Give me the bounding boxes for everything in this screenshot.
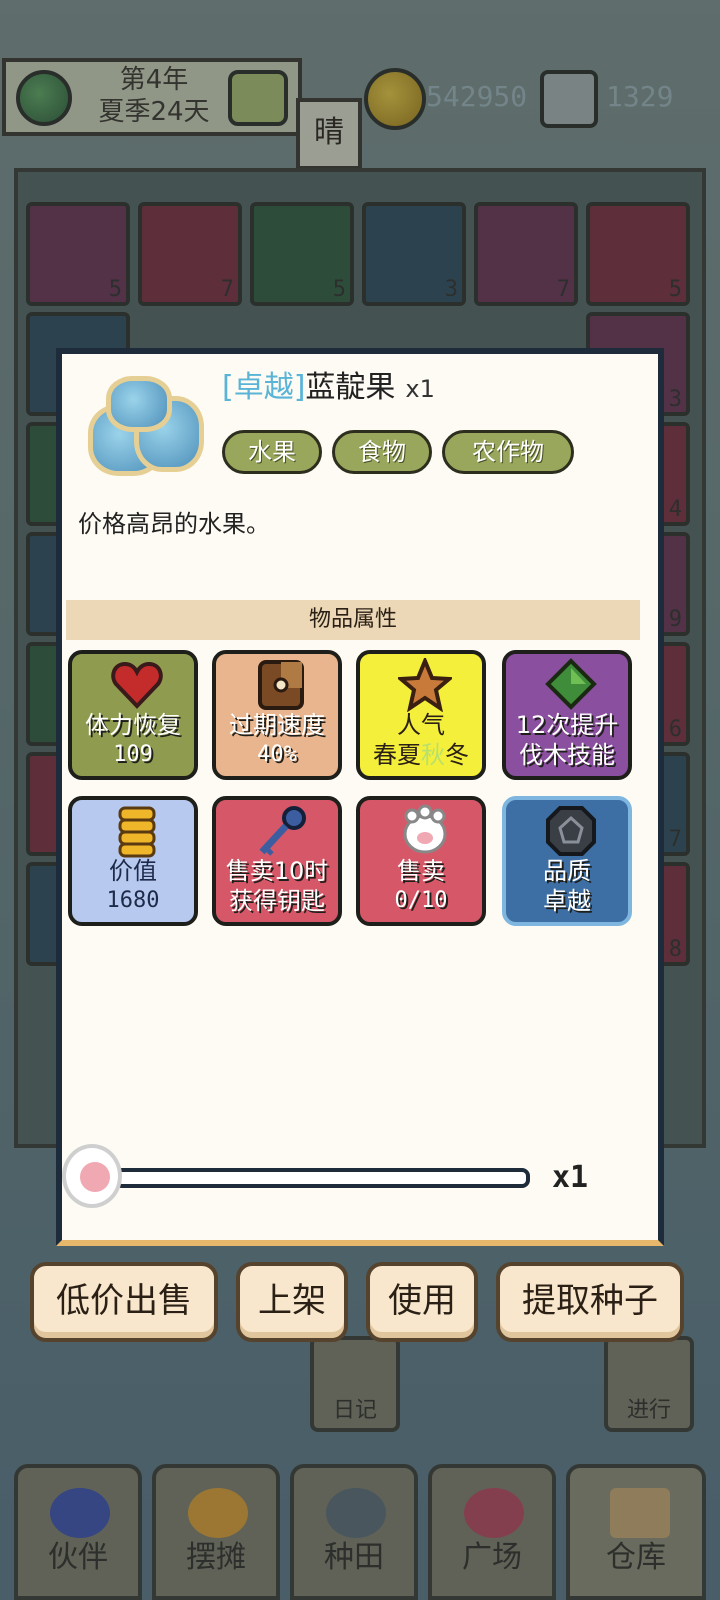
item-name: 蓝靛果 <box>305 370 396 405</box>
tag-fruit: 水果 <box>222 430 322 474</box>
item-detail-modal: [卓越]蓝靛果 x1 水果 食物 农作物 价格高昂的水果。 物品属性 体力恢复 10… <box>56 348 664 1246</box>
tag-crop: 农作物 <box>442 430 574 474</box>
attr-quality-value: 卓越 <box>543 887 591 915</box>
attributes-header: 物品属性 <box>66 600 640 640</box>
attr-popularity[interactable]: 人气 春夏秋冬 <box>356 650 486 780</box>
tag-food: 食物 <box>332 430 432 474</box>
quantity-label: x1 <box>552 1160 589 1195</box>
attr-expiry[interactable]: 过期速度 40% <box>212 650 342 780</box>
attr-value[interactable]: 价值 1680 <box>68 796 198 926</box>
attr-sell-value: 0/10 <box>394 888 448 913</box>
attr-sell[interactable]: 售卖 0/10 <box>356 796 486 926</box>
heart-icon <box>111 661 163 709</box>
quality-badge-icon <box>546 806 596 856</box>
green-gem-icon <box>545 658 597 710</box>
paw-glove-icon <box>403 804 447 854</box>
attr-popularity-label: 人气 <box>397 711 445 739</box>
attr-key-value: 获得钥匙 <box>229 887 325 915</box>
attr-value-label: 价值 <box>109 857 157 885</box>
paw-icon <box>80 1162 110 1192</box>
attr-expiry-value: 40% <box>257 742 297 767</box>
attr-quality[interactable]: 品质 卓越 <box>502 796 632 926</box>
clock-icon <box>258 660 304 710</box>
coin-stack-icon <box>118 806 156 858</box>
attr-stamina-value: 109 <box>113 742 153 767</box>
attr-sell-label: 售卖 <box>397 857 445 885</box>
key-icon <box>259 806 306 856</box>
item-count: x1 <box>405 375 435 403</box>
star-icon <box>398 658 452 712</box>
blueberry-icon <box>80 374 206 482</box>
attr-popularity-seasons: 春夏秋冬 <box>373 741 469 769</box>
attr-skill-value: 伐木技能 <box>519 741 615 769</box>
quantity-slider-track[interactable] <box>114 1168 530 1188</box>
attr-key-label: 售卖10时 <box>225 857 329 885</box>
attr-expiry-label: 过期速度 <box>229 711 325 739</box>
quality-tag: [卓越] <box>222 370 306 405</box>
attr-quality-label: 品质 <box>543 857 591 885</box>
item-description: 价格高昂的水果。 <box>78 510 270 538</box>
extract-seed-button[interactable]: 提取种子 <box>496 1262 684 1342</box>
list-button[interactable]: 上架 <box>236 1262 348 1342</box>
attr-stamina[interactable]: 体力恢复 109 <box>68 650 198 780</box>
use-button[interactable]: 使用 <box>366 1262 478 1342</box>
sell-cheap-button[interactable]: 低价出售 <box>30 1262 218 1342</box>
attr-key[interactable]: 售卖10时 获得钥匙 <box>212 796 342 926</box>
attr-value-value: 1680 <box>106 888 160 913</box>
attr-skill-label: 12次提升 <box>515 711 619 739</box>
quantity-slider-handle[interactable] <box>62 1144 122 1208</box>
item-title: [卓越]蓝靛果 x1 <box>222 368 435 409</box>
attr-stamina-label: 体力恢复 <box>85 711 181 739</box>
attr-skill[interactable]: 12次提升 伐木技能 <box>502 650 632 780</box>
